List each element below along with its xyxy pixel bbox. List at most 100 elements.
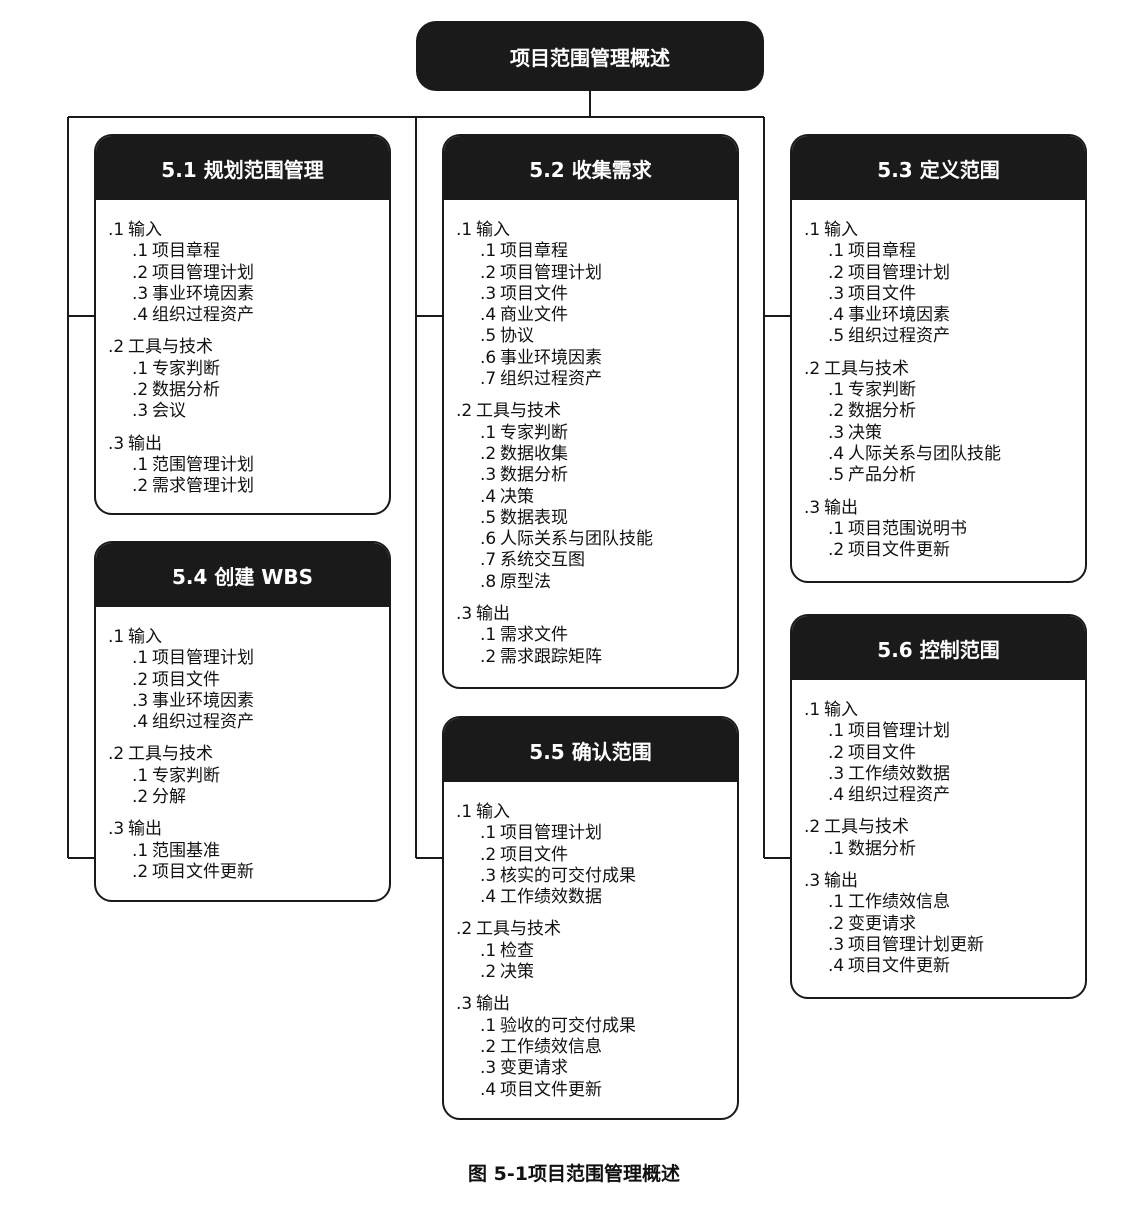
item-number: .3 bbox=[828, 283, 845, 304]
item-label: 项目管理计划 bbox=[152, 262, 254, 283]
item-number: .5 bbox=[828, 465, 845, 486]
list-item: .2 分解 bbox=[108, 787, 389, 808]
item-label: 数据分析 bbox=[500, 465, 568, 486]
item-number: .1 bbox=[480, 940, 497, 961]
item-number: .1 bbox=[828, 892, 845, 913]
list-item: .2 数据分析 bbox=[804, 401, 1085, 422]
list-item: .1 范围基准 bbox=[108, 841, 389, 862]
list-item: .4 组织过程资产 bbox=[108, 712, 389, 733]
process-group: .2 工具与技术 .1 专家判断 .2 数据分析 .3 决策 .4 人际关系与团队技能 .5 产品分析 bbox=[804, 359, 1085, 487]
item-number: .2 bbox=[828, 742, 845, 763]
list-item: .1 项目管理计划 bbox=[804, 721, 1085, 742]
item-label: 需求管理计划 bbox=[152, 476, 254, 497]
list-item: .3 工作绩效数据 bbox=[804, 764, 1085, 785]
item-label: 事业环境因素 bbox=[152, 690, 254, 711]
list-item: .2 数据收集 bbox=[456, 444, 737, 465]
list-item: .3 项目文件 bbox=[456, 284, 737, 305]
item-number: .1 bbox=[480, 241, 497, 262]
item-number: .4 bbox=[480, 887, 497, 908]
item-label: 数据分析 bbox=[848, 838, 916, 859]
item-number: .2 bbox=[132, 861, 149, 882]
group-label: 工具与技术 bbox=[476, 919, 561, 940]
list-item: .4 人际关系与团队技能 bbox=[804, 444, 1085, 465]
process-title: 5.2 收集需求 bbox=[529, 157, 652, 182]
list-item: .3 事业环境因素 bbox=[108, 284, 389, 305]
item-label: 事业环境因素 bbox=[152, 283, 254, 304]
list-item: .4 组织过程资产 bbox=[108, 305, 389, 326]
item-label: 项目管理计划 bbox=[848, 262, 950, 283]
process-group: .2 工具与技术 .1 专家判断 .2 数据收集 .3 数据分析 .4 决策 .5 数据表现 .6 人际关… bbox=[456, 401, 737, 593]
group-number: .1 bbox=[456, 802, 473, 822]
list-item: .1 专家判断 bbox=[456, 423, 737, 444]
process-title: 5.6 控制范围 bbox=[877, 637, 1000, 662]
process-group: .3 输出 .1 需求文件 .2 需求跟踪矩阵 bbox=[456, 604, 737, 668]
list-item: .1 范围管理计划 bbox=[108, 455, 389, 476]
group-number: .3 bbox=[108, 433, 125, 454]
group-label: 输出 bbox=[128, 819, 162, 840]
group-label: 输出 bbox=[128, 433, 162, 454]
process-group: .1 输入 .1 项目管理计划 .2 项目文件 .3 事业环境因素 .4 组织过程资产 bbox=[108, 627, 389, 733]
group-label: 输入 bbox=[476, 802, 510, 822]
item-label: 项目文件 bbox=[152, 669, 220, 690]
item-label: 组织过程资产 bbox=[152, 712, 254, 733]
list-item: .1 专家判断 bbox=[804, 380, 1085, 401]
item-number: .5 bbox=[480, 326, 497, 347]
item-number: .2 bbox=[132, 787, 149, 808]
item-label: 项目文件 bbox=[848, 742, 916, 763]
item-label: 项目管理计划 bbox=[848, 721, 950, 742]
group-number: .2 bbox=[456, 919, 473, 940]
item-label: 项目文件 bbox=[500, 283, 568, 304]
item-label: 决策 bbox=[500, 962, 534, 983]
process-box-5-6: 5.6 控制范围 .1 输入 .1 项目管理计划 .2 项目文件 .3 工作绩效数据 .4 组织过程… bbox=[790, 614, 1087, 999]
item-number: .1 bbox=[132, 454, 149, 475]
item-number: .8 bbox=[480, 571, 497, 592]
group-number: .2 bbox=[804, 817, 821, 838]
process-group: .1 输入 .1 项目章程 .2 项目管理计划 .3 项目文件 .4 商业文件 .5 协议 .6 事业环境… bbox=[456, 220, 737, 390]
group-label: 输入 bbox=[824, 700, 858, 720]
group-number: .3 bbox=[108, 819, 125, 840]
list-item: .2 需求跟踪矩阵 bbox=[456, 647, 737, 668]
list-item: .2 项目文件 bbox=[456, 845, 737, 866]
item-number: .2 bbox=[828, 401, 845, 422]
item-number: .1 bbox=[132, 358, 149, 379]
item-label: 系统交互图 bbox=[500, 550, 585, 571]
item-number: .1 bbox=[828, 241, 845, 262]
item-number: .6 bbox=[480, 529, 497, 550]
item-label: 核实的可交付成果 bbox=[500, 865, 636, 886]
list-item: .3 事业环境因素 bbox=[108, 691, 389, 712]
item-label: 分解 bbox=[152, 787, 186, 808]
process-group: .1 输入 .1 项目章程 .2 项目管理计划 .3 事业环境因素 .4 组织过程资产 bbox=[108, 220, 389, 326]
item-number: .3 bbox=[132, 401, 149, 422]
item-label: 人际关系与团队技能 bbox=[848, 443, 1001, 464]
item-label: 原型法 bbox=[500, 571, 551, 592]
item-label: 项目章程 bbox=[848, 241, 916, 262]
item-number: .2 bbox=[480, 844, 497, 865]
item-label: 数据分析 bbox=[152, 380, 220, 401]
process-group: .3 输出 .1 工作绩效信息 .2 变更请求 .3 项目管理计划更新 .4 项目文件更新 bbox=[804, 871, 1085, 977]
group-title: .2 工具与技术 bbox=[804, 359, 1085, 380]
item-label: 项目章程 bbox=[152, 241, 220, 262]
group-label: 输入 bbox=[128, 627, 162, 647]
item-number: .4 bbox=[480, 305, 497, 326]
root-title: 项目范围管理概述 bbox=[510, 45, 670, 70]
item-number: .1 bbox=[480, 1015, 497, 1036]
group-title: .1 输入 bbox=[108, 627, 389, 648]
item-label: 决策 bbox=[848, 422, 882, 443]
process-body: .1 输入 .1 项目章程 .2 项目管理计划 .3 事业环境因素 .4 组织过程资产 .2 工具与技… bbox=[96, 200, 389, 498]
group-label: 输入 bbox=[476, 220, 510, 240]
list-item: .1 项目章程 bbox=[804, 241, 1085, 262]
group-number: .2 bbox=[108, 337, 125, 358]
item-number: .2 bbox=[480, 1036, 497, 1057]
group-title: .2 工具与技术 bbox=[456, 919, 737, 940]
group-number: .1 bbox=[804, 220, 821, 240]
item-label: 项目范围说明书 bbox=[848, 518, 967, 539]
group-label: 工具与技术 bbox=[824, 817, 909, 838]
item-number: .3 bbox=[132, 283, 149, 304]
list-item: .1 项目章程 bbox=[456, 241, 737, 262]
process-header: 5.2 收集需求 bbox=[444, 136, 737, 200]
item-label: 范围管理计划 bbox=[152, 454, 254, 475]
list-item: .3 变更请求 bbox=[456, 1058, 737, 1079]
process-group: .1 输入 .1 项目章程 .2 项目管理计划 .3 项目文件 .4 事业环境因素 .5 组织过程资产 bbox=[804, 220, 1085, 348]
item-label: 决策 bbox=[500, 486, 534, 507]
list-item: .4 事业环境因素 bbox=[804, 305, 1085, 326]
